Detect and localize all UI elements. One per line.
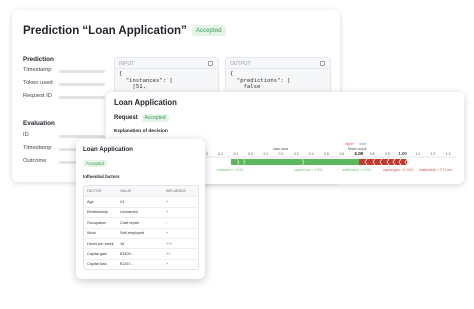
factor-cell: Hours per week [87, 241, 114, 246]
table-row: Hours per week 16 +++ [84, 237, 198, 248]
loan-factors-card: Loan Application Accepted Influential fa… [76, 139, 205, 279]
output-code: { "predictions": [ false [230, 71, 291, 91]
request-id-field: Request ID [23, 93, 105, 101]
column-header-factor: FACTOR [87, 189, 102, 194]
legend-higher: higher [345, 142, 355, 146]
column-header-influence: INFLUENCE [166, 189, 186, 194]
factor-cell: Capital gain [87, 252, 108, 257]
tick-label: 0.1 [263, 152, 268, 156]
base-value-label: base value [273, 147, 289, 151]
token-used-field: Token used [23, 80, 105, 88]
tick-label: 1.1 [415, 152, 420, 156]
feature-label: relationship = 0.000 [342, 168, 371, 172]
force-plot-ticks: -0.3 -0.2 -0.1 0.0 0.1 0.2 0.3 0.4 0.5 0.6 0.7 0.8 0… [202, 151, 451, 156]
table-row: Relationship Unmarried + [84, 206, 198, 217]
feature-label: sex [447, 168, 452, 172]
feature-label: capital.gain = 0.1410 [383, 168, 414, 172]
prediction-title: Prediction “Loan Application” Accepted [23, 25, 226, 37]
feature-label: relationship = 2.71 [419, 168, 446, 172]
value-cell: Self-employed [120, 231, 145, 236]
influence-cell: + [166, 200, 169, 205]
value-placeholder [59, 69, 105, 73]
table-row: Capital gain €3309... ++ [84, 248, 198, 258]
status-badge: Accepted [191, 25, 226, 36]
value-placeholder [59, 95, 105, 99]
timestamp-field: Timestamp [23, 67, 105, 75]
tick-label: -0.1 [232, 152, 238, 156]
value-cell: €1267... [120, 262, 134, 267]
tick-label: -0.2 [217, 152, 223, 156]
prediction-section-label: Prediction [23, 56, 54, 63]
table-row: Age 24 + [84, 196, 198, 206]
force-plot-bars: 1.00 [231, 151, 408, 166]
influence-cell: + [166, 262, 169, 267]
force-plot-legend: higher lower Model output base value [273, 142, 368, 151]
tick-label: 0.9 [385, 152, 390, 156]
tick-label: 1.00 [398, 151, 407, 156]
influence-cell: +++ [166, 241, 173, 246]
value-cell: Craft repair [120, 220, 139, 225]
table-header-row: FACTOR VALUE INFLUENCE [84, 186, 198, 197]
factor-cell: Occupation [87, 220, 107, 225]
card-title: Loan Application [114, 98, 177, 107]
force-plot-labels: education = 13.00 capital.loss = 0.000 rel… [217, 168, 452, 172]
influence-cell: ++ [166, 252, 171, 257]
table-row: Capital loss €1267... + [84, 258, 198, 269]
table-row: Occupation Craft repair - [84, 217, 198, 227]
factor-cell: Age [87, 200, 94, 205]
evaluation-section-label: Evaluation [23, 120, 55, 127]
copy-icon[interactable] [320, 61, 325, 66]
influence-cell: - [166, 220, 168, 225]
table-row: Work Self-employed + [84, 227, 198, 238]
model-output-value: 1.00 [355, 151, 364, 156]
copy-icon[interactable] [208, 61, 213, 66]
factor-cell: Work [87, 231, 96, 236]
value-cell: 16 [120, 241, 125, 246]
tick-label: 1.2 [431, 152, 436, 156]
tick-label: 0.6 [339, 152, 344, 156]
value-cell: Unmarried [120, 210, 138, 215]
legend-lower: lower [359, 142, 368, 146]
tick-label: 0.8 [370, 152, 375, 156]
feature-label: capital.loss = 0.000 [294, 168, 322, 172]
column-header-value: VALUE [120, 189, 132, 194]
value-cell: 24 [120, 200, 125, 205]
feature-label: education = 13.00 [217, 168, 243, 172]
influence-cell: + [166, 231, 169, 236]
prediction-title-text: Prediction “Loan Application” [23, 25, 187, 37]
input-code: { "instances": [ [51, [119, 71, 173, 91]
tick-label: 0.2 [279, 152, 284, 156]
tick-label: 0.3 [294, 152, 299, 156]
tick-label: 0.4 [309, 152, 314, 156]
factor-cell: Capital loss [87, 262, 107, 267]
tick-label: 1.3 [446, 152, 451, 156]
card-title: Loan Application [83, 146, 133, 153]
value-cell: €3309... [120, 252, 134, 257]
influential-factors-label: Influential factors [83, 174, 120, 179]
status-badge: Accepted [83, 160, 107, 167]
tick-label: 0.5 [324, 152, 329, 156]
value-placeholder [59, 82, 105, 86]
tick-label: 0.0 [248, 152, 253, 156]
factor-cell: Relationship [87, 210, 108, 215]
output-header: OUTPUT [230, 61, 251, 67]
input-header: INPUT [119, 61, 134, 67]
influence-cell: + [166, 210, 169, 215]
negative-force-bar [231, 159, 365, 165]
factors-table: FACTOR VALUE INFLUENCE Age 24 + Relationshi… [83, 185, 199, 271]
